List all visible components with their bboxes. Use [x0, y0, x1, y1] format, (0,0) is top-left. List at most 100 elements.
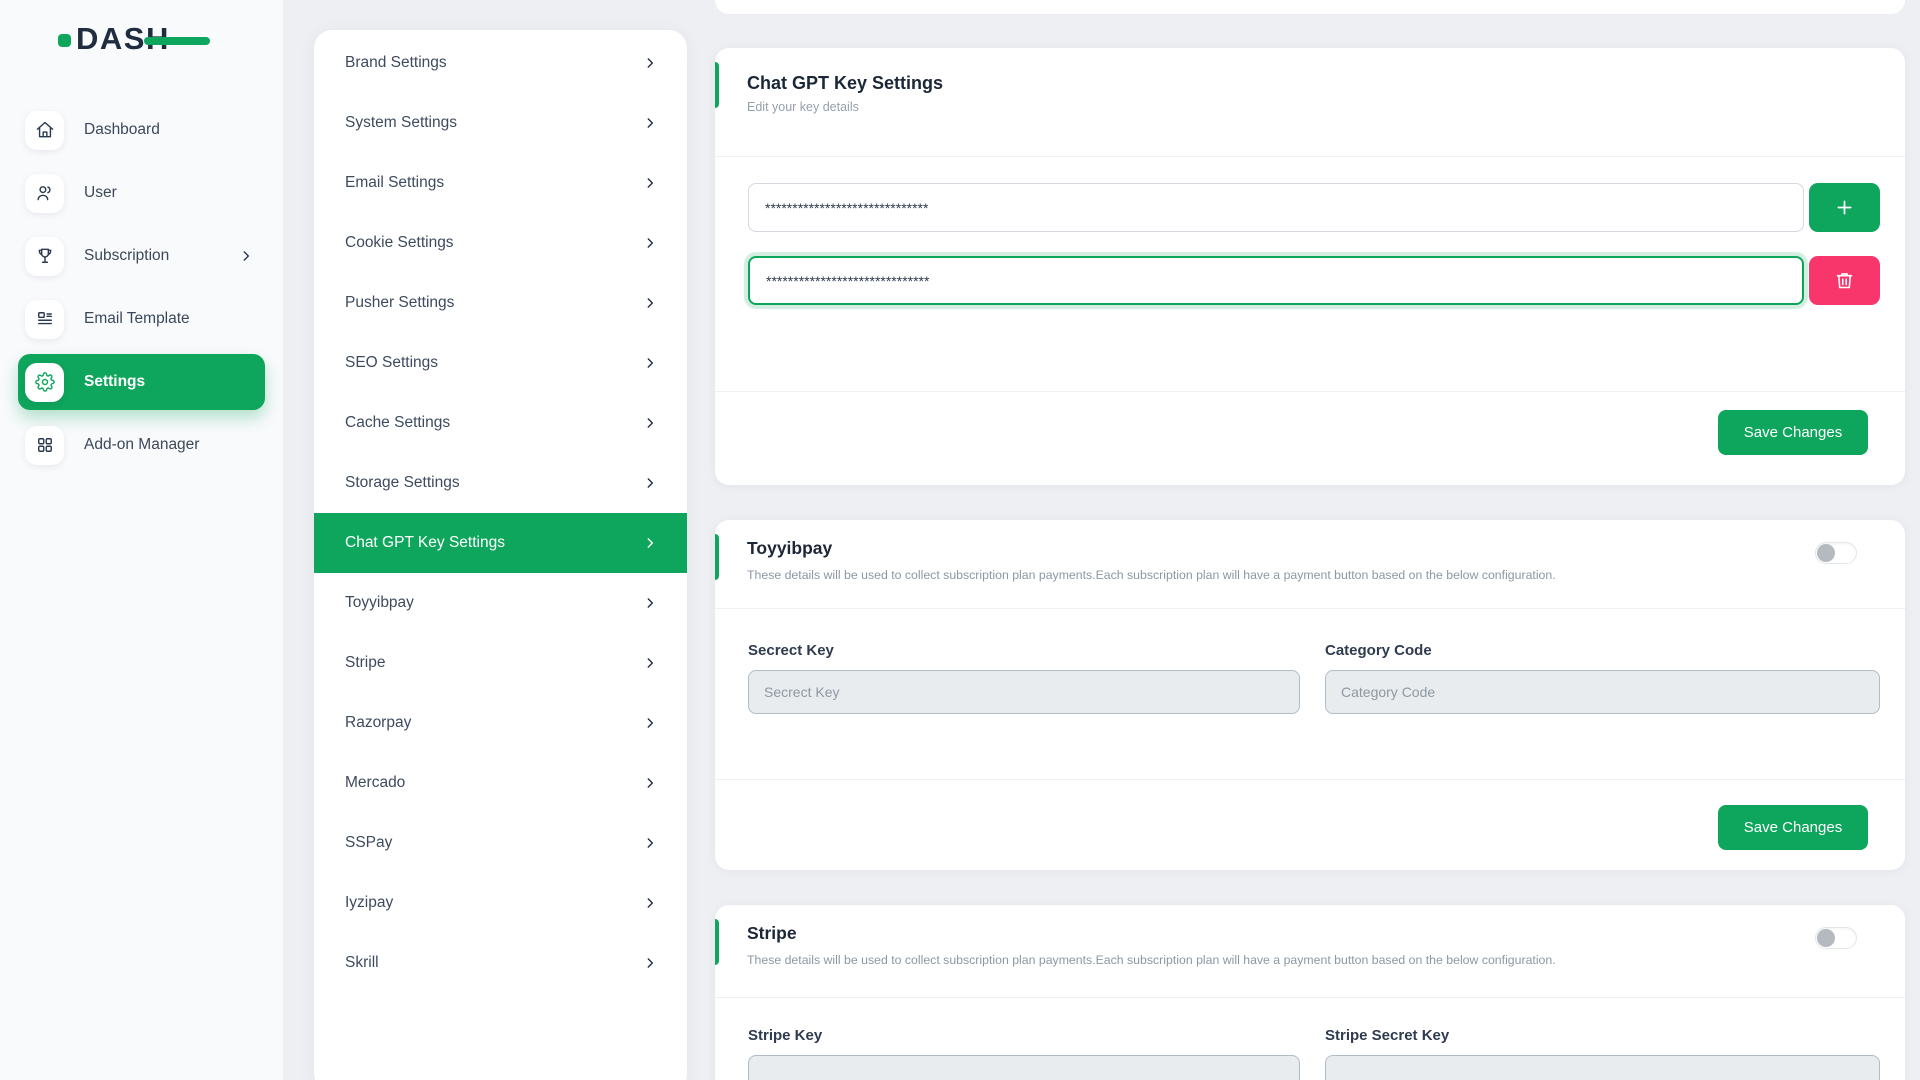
- api-key-row: [748, 183, 1880, 232]
- menu-item-label: Razorpay: [345, 714, 411, 732]
- menu-item-label: Cache Settings: [345, 414, 450, 432]
- toyyibpay-enable-toggle[interactable]: [1815, 542, 1857, 564]
- sidebar-item-add-on-manager[interactable]: Add-on Manager: [18, 417, 265, 473]
- chevron-right-icon: [643, 296, 657, 310]
- settings-menu-item-razorpay[interactable]: Razorpay: [314, 693, 687, 753]
- card-title: Stripe: [747, 923, 1873, 944]
- divider: [715, 997, 1905, 998]
- menu-item-label: Chat GPT Key Settings: [345, 534, 505, 552]
- save-changes-button[interactable]: Save Changes: [1718, 410, 1868, 455]
- chevron-right-icon: [643, 476, 657, 490]
- settings-menu-item-chat-gpt-key-settings[interactable]: Chat GPT Key Settings: [314, 513, 687, 573]
- settings-menu-item-sspay[interactable]: SSPay: [314, 813, 687, 873]
- menu-item-label: Iyzipay: [345, 894, 393, 912]
- card-description: These details will be used to collect su…: [747, 568, 1873, 582]
- gear-icon: [35, 372, 55, 392]
- chevron-right-icon: [643, 416, 657, 430]
- settings-menu-item-pusher-settings[interactable]: Pusher Settings: [314, 273, 687, 333]
- trophy-icon: [35, 246, 55, 266]
- menu-item-label: Storage Settings: [345, 474, 460, 492]
- menu-item-label: Stripe: [345, 654, 386, 672]
- toggle-knob: [1817, 544, 1835, 562]
- settings-menu-item-storage-settings[interactable]: Storage Settings: [314, 453, 687, 513]
- add-key-button[interactable]: [1809, 183, 1880, 232]
- field-input: [748, 1055, 1300, 1080]
- chevron-right-icon: [643, 956, 657, 970]
- api-key-row: [748, 256, 1880, 305]
- previous-card-bottom-edge: [715, 0, 1905, 14]
- sidebar-item-label: Dashboard: [84, 121, 160, 139]
- chevron-right-icon: [643, 356, 657, 370]
- icon-box: [25, 363, 64, 402]
- settings-menu-item-brand-settings[interactable]: Brand Settings: [314, 33, 687, 93]
- sidebar-item-settings[interactable]: Settings: [18, 354, 265, 410]
- chevron-right-icon: [643, 536, 657, 550]
- sidebar: DASH Dashboard User Subscription Email T…: [0, 0, 283, 1080]
- settings-menu-item-email-settings[interactable]: Email Settings: [314, 153, 687, 213]
- settings-menu-item-mercado[interactable]: Mercado: [314, 753, 687, 813]
- divider: [715, 608, 1905, 609]
- menu-item-label: SEO Settings: [345, 354, 438, 372]
- menu-item-label: Mercado: [345, 774, 405, 792]
- chevron-right-icon: [643, 776, 657, 790]
- sidebar-item-label: Subscription: [84, 247, 169, 265]
- menu-item-label: Skrill: [345, 954, 379, 972]
- field-label: Category Code: [1325, 642, 1880, 659]
- card-subtitle: Edit your key details: [747, 100, 1873, 114]
- card-accent-bar: [715, 919, 719, 965]
- settings-menu-item-skrill[interactable]: Skrill: [314, 933, 687, 993]
- form-field-stripe-key: Stripe Key: [748, 1027, 1300, 1080]
- sidebar-item-email-template[interactable]: Email Template: [18, 291, 265, 347]
- menu-item-label: Toyyibpay: [345, 594, 414, 612]
- sidebar-item-label: Add-on Manager: [84, 436, 199, 454]
- menu-item-label: SSPay: [345, 834, 392, 852]
- toggle-knob: [1817, 929, 1835, 947]
- icon-box: [25, 237, 64, 276]
- settings-menu-item-cache-settings[interactable]: Cache Settings: [314, 393, 687, 453]
- chevron-right-icon: [643, 836, 657, 850]
- app-logo[interactable]: DASH: [58, 22, 170, 56]
- settings-menu-item-stripe[interactable]: Stripe: [314, 633, 687, 693]
- api-key-input[interactable]: [748, 256, 1804, 305]
- api-key-input[interactable]: [748, 183, 1804, 232]
- stripe-card: Stripe These details will be used to col…: [715, 905, 1905, 1080]
- settings-menu-item-system-settings[interactable]: System Settings: [314, 93, 687, 153]
- form-field-secrect-key: Secrect Key: [748, 642, 1300, 714]
- delete-key-button[interactable]: [1809, 256, 1880, 305]
- settings-menu-panel: Brand Settings System Settings Email Set…: [314, 30, 687, 1080]
- toyyibpay-card: Toyyibpay These details will be used to …: [715, 520, 1905, 870]
- field-input: [748, 670, 1300, 714]
- settings-menu-item-toyyibpay[interactable]: Toyyibpay: [314, 573, 687, 633]
- icon-box: [25, 426, 64, 465]
- settings-menu-item-iyzipay[interactable]: Iyzipay: [314, 873, 687, 933]
- chevron-right-icon: [643, 896, 657, 910]
- sidebar-item-dashboard[interactable]: Dashboard: [18, 102, 265, 158]
- menu-item-label: Email Settings: [345, 174, 444, 192]
- sidebar-nav: Dashboard User Subscription Email Templa…: [0, 102, 283, 480]
- settings-menu-item-seo-settings[interactable]: SEO Settings: [314, 333, 687, 393]
- stripe-enable-toggle[interactable]: [1815, 927, 1857, 949]
- chevron-right-icon: [643, 596, 657, 610]
- menu-item-label: Brand Settings: [345, 54, 447, 72]
- sidebar-item-subscription[interactable]: Subscription: [18, 228, 265, 284]
- logo-bar: [144, 37, 210, 45]
- chevron-right-icon: [643, 176, 657, 190]
- chevron-right-icon: [643, 236, 657, 250]
- users-icon: [35, 183, 55, 203]
- field-input: [1325, 670, 1880, 714]
- card-title: Toyyibpay: [747, 538, 1873, 559]
- field-label: Stripe Key: [748, 1027, 1300, 1044]
- sidebar-item-label: Settings: [84, 373, 145, 391]
- menu-item-label: System Settings: [345, 114, 457, 132]
- main-content: Chat GPT Key Settings Edit your key deta…: [715, 0, 1905, 1080]
- save-changes-button[interactable]: Save Changes: [1718, 805, 1868, 850]
- card-header: Toyyibpay These details will be used to …: [715, 520, 1905, 582]
- chat-gpt-key-settings-card: Chat GPT Key Settings Edit your key deta…: [715, 48, 1905, 485]
- chevron-right-icon: [643, 716, 657, 730]
- sidebar-item-label: Email Template: [84, 310, 190, 328]
- card-description: These details will be used to collect su…: [747, 953, 1873, 967]
- chevron-right-icon: [643, 656, 657, 670]
- divider: [715, 156, 1905, 157]
- sidebar-item-user[interactable]: User: [18, 165, 265, 221]
- settings-menu-item-cookie-settings[interactable]: Cookie Settings: [314, 213, 687, 273]
